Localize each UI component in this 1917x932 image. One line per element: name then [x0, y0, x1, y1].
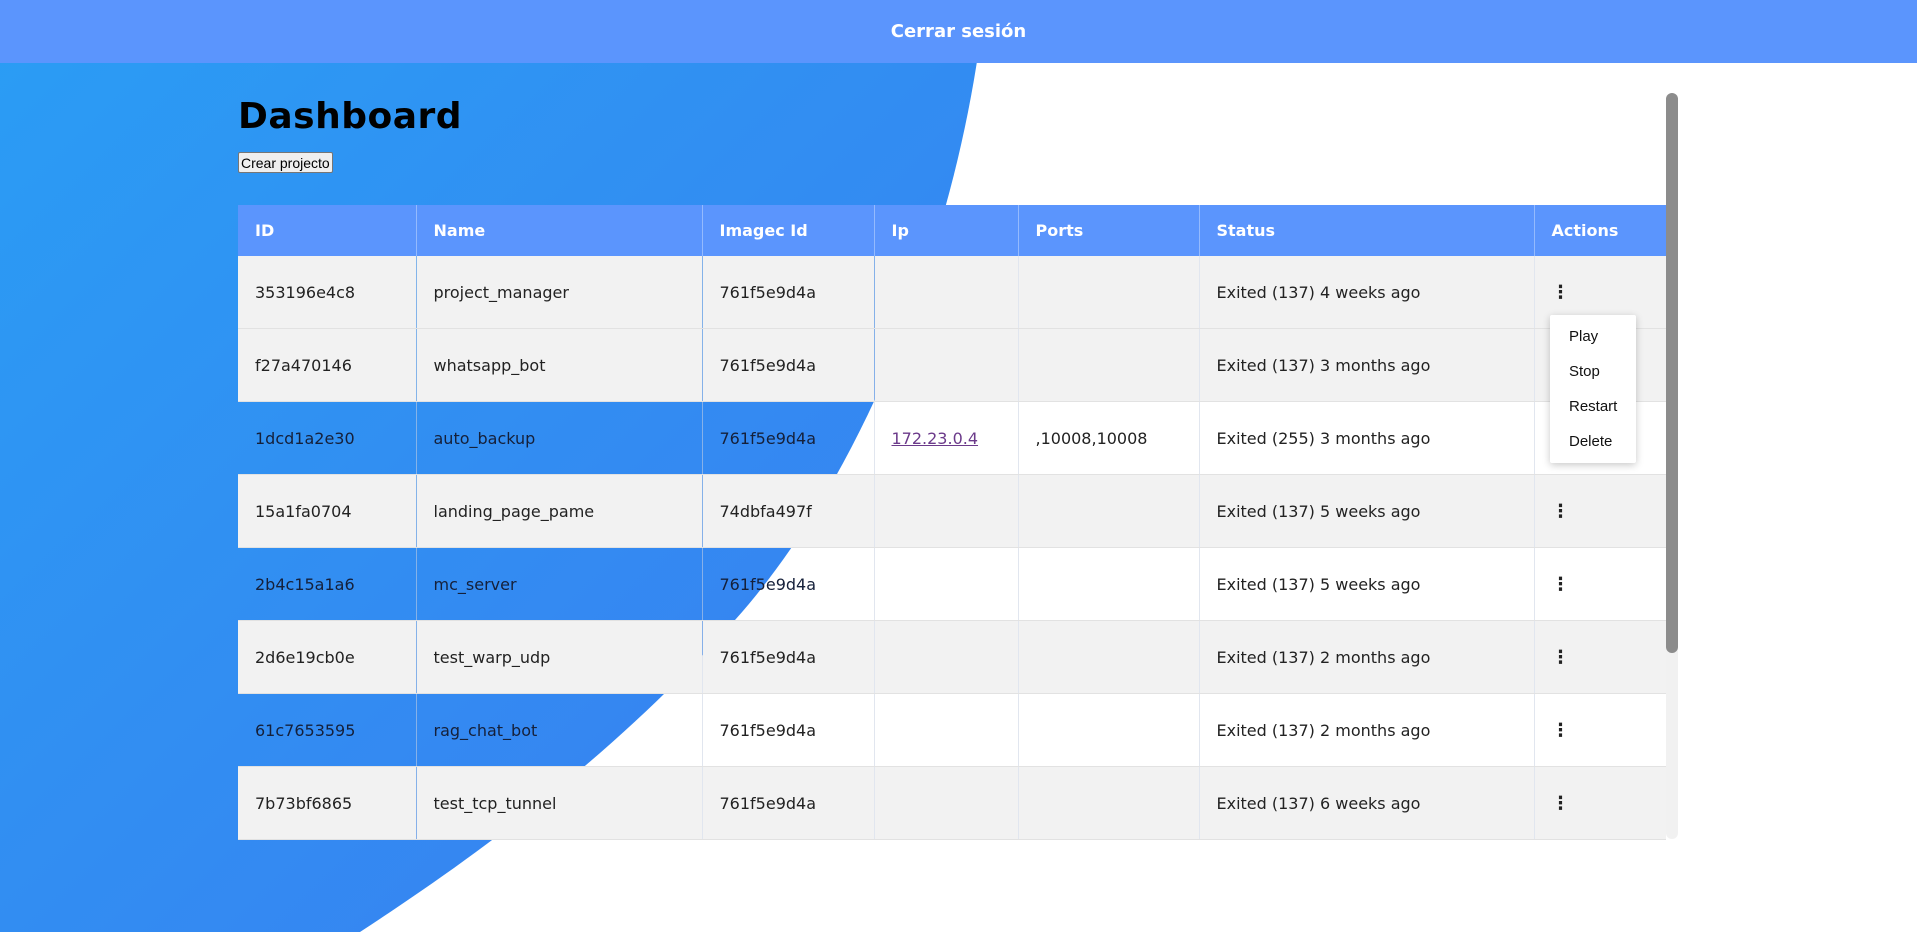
cell-ports: [1018, 256, 1200, 329]
column-header-image-id[interactable]: Imagec Id: [702, 205, 875, 256]
cell-name: auto_backup: [416, 401, 703, 475]
cell-status: Exited (137) 6 weeks ago: [1199, 766, 1535, 840]
containers-table: ID Name Imagec Id Ip Ports Status Action…: [238, 205, 1666, 840]
cell-id: 1dcd1a2e30: [238, 401, 417, 475]
cell-status: Exited (137) 2 months ago: [1199, 620, 1535, 694]
cell-ip: 172.23.0.4: [874, 401, 1019, 475]
kebab-icon[interactable]: ⋮: [1552, 575, 1570, 594]
cell-image-id: 761f5e9d4a: [702, 401, 875, 475]
cell-ports: [1018, 620, 1200, 694]
menu-item-restart[interactable]: Restart: [1550, 389, 1636, 424]
cell-actions: ⋮: [1534, 766, 1666, 840]
table-row: 7b73bf6865 test_tcp_tunnel 761f5e9d4a Ex…: [238, 766, 1666, 840]
cell-ports: [1018, 766, 1200, 840]
table-row: 61c7653595 rag_chat_bot 761f5e9d4a Exite…: [238, 693, 1666, 767]
cell-image-id: 761f5e9d4a: [702, 766, 875, 840]
cell-status: Exited (137) 3 months ago: [1199, 328, 1535, 402]
cell-ip: [874, 547, 1019, 621]
cell-name: whatsapp_bot: [416, 328, 703, 402]
cell-status: Exited (137) 5 weeks ago: [1199, 547, 1535, 621]
cell-ports: [1018, 547, 1200, 621]
column-header-ports[interactable]: Ports: [1018, 205, 1200, 256]
logout-link[interactable]: Cerrar sesión: [891, 21, 1026, 42]
cell-id: 15a1fa0704: [238, 474, 417, 548]
cell-name: mc_server: [416, 547, 703, 621]
table-row: 2b4c15a1a6 mc_server 761f5e9d4a Exited (…: [238, 547, 1666, 621]
cell-ports: [1018, 693, 1200, 767]
cell-image-id: 761f5e9d4a: [702, 256, 875, 329]
cell-id: 353196e4c8: [238, 256, 417, 329]
cell-actions: ⋮: [1534, 693, 1666, 767]
cell-ports: [1018, 328, 1200, 402]
cell-ip: [874, 474, 1019, 548]
cell-name: project_manager: [416, 256, 703, 329]
cell-status: Exited (137) 2 months ago: [1199, 693, 1535, 767]
cell-id: 61c7653595: [238, 693, 417, 767]
menu-item-delete[interactable]: Delete: [1550, 424, 1636, 459]
kebab-icon[interactable]: ⋮: [1552, 721, 1570, 740]
create-project-button[interactable]: Crear projecto: [238, 152, 333, 173]
cell-name: test_warp_udp: [416, 620, 703, 694]
cell-status: Exited (137) 4 weeks ago: [1199, 256, 1535, 329]
kebab-icon[interactable]: ⋮: [1552, 283, 1570, 302]
row-actions-menu: Play Stop Restart Delete: [1550, 315, 1636, 463]
cell-ip: [874, 766, 1019, 840]
column-header-id[interactable]: ID: [238, 205, 417, 256]
column-header-status[interactable]: Status: [1199, 205, 1535, 256]
ip-link[interactable]: 172.23.0.4: [892, 429, 979, 448]
cell-ip: [874, 620, 1019, 694]
cell-status: Exited (255) 3 months ago: [1199, 401, 1535, 475]
scrollbar-track[interactable]: [1666, 93, 1678, 839]
cell-actions: ⋮: [1534, 620, 1666, 694]
cell-name: test_tcp_tunnel: [416, 766, 703, 840]
cell-actions: ⋮: [1534, 547, 1666, 621]
cell-ip: [874, 256, 1019, 329]
cell-id: f27a470146: [238, 328, 417, 402]
scrollbar-thumb[interactable]: [1666, 93, 1678, 653]
cell-ports: ,10008,10008: [1018, 401, 1200, 475]
cell-status: Exited (137) 5 weeks ago: [1199, 474, 1535, 548]
cell-image-id: 761f5e9d4a: [702, 693, 875, 767]
cell-ip: [874, 328, 1019, 402]
cell-ip: [874, 693, 1019, 767]
table-row: 353196e4c8 project_manager 761f5e9d4a Ex…: [238, 256, 1666, 329]
cell-id: 2b4c15a1a6: [238, 547, 417, 621]
cell-image-id: 761f5e9d4a: [702, 620, 875, 694]
cell-image-id: 761f5e9d4a: [702, 328, 875, 402]
table-row: f27a470146 whatsapp_bot 761f5e9d4a Exite…: [238, 328, 1666, 402]
page: Cerrar sesión Dashboard Crear projecto I…: [0, 0, 1917, 932]
table-row: 2d6e19cb0e test_warp_udp 761f5e9d4a Exit…: [238, 620, 1666, 694]
column-header-ip[interactable]: Ip: [874, 205, 1019, 256]
kebab-icon[interactable]: ⋮: [1552, 794, 1570, 813]
menu-item-play[interactable]: Play: [1550, 319, 1636, 354]
table-row: 15a1fa0704 landing_page_pame 74dbfa497f …: [238, 474, 1666, 548]
kebab-icon[interactable]: ⋮: [1552, 502, 1570, 521]
menu-item-stop[interactable]: Stop: [1550, 354, 1636, 389]
cell-image-id: 74dbfa497f: [702, 474, 875, 548]
cell-name: rag_chat_bot: [416, 693, 703, 767]
cell-id: 2d6e19cb0e: [238, 620, 417, 694]
table-header-row: ID Name Imagec Id Ip Ports Status Action…: [238, 205, 1666, 256]
page-title: Dashboard: [238, 96, 463, 137]
table-row: 1dcd1a2e30 auto_backup 761f5e9d4a 172.23…: [238, 401, 1666, 475]
top-nav-bar: Cerrar sesión: [0, 0, 1917, 63]
column-header-actions[interactable]: Actions: [1534, 205, 1666, 256]
cell-name: landing_page_pame: [416, 474, 703, 548]
kebab-icon[interactable]: ⋮: [1552, 648, 1570, 667]
cell-image-id: 761f5e9d4a: [702, 547, 875, 621]
cell-ports: [1018, 474, 1200, 548]
cell-actions: ⋮: [1534, 474, 1666, 548]
cell-id: 7b73bf6865: [238, 766, 417, 840]
column-header-name[interactable]: Name: [416, 205, 703, 256]
